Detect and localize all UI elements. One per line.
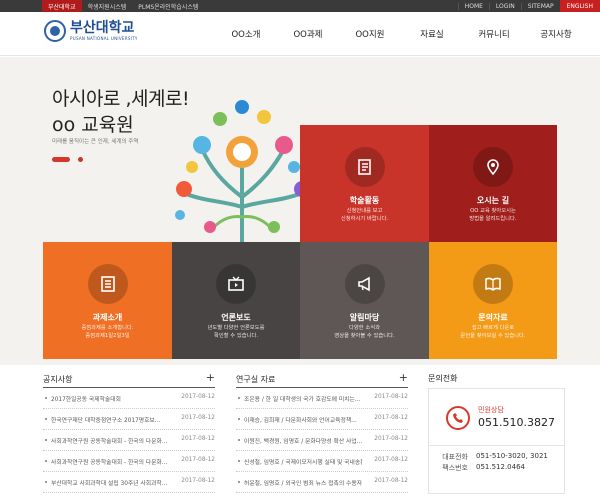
list-item[interactable]: 한국연구재단 대학중점연구소 2017명호보... 2017-08-12 (43, 409, 215, 430)
site-logo[interactable]: 부산대학교 PUSAN NATIONAL UNIVERSITY (44, 20, 138, 42)
list-item[interactable]: 신성철, 임명호 / 국제이모저시행 실태 및 국내송환... 2017-08-1… (236, 451, 408, 472)
university-seal-icon (44, 20, 66, 42)
list-item[interactable]: 허윤철, 임명호 / 외국인 범죄 뉴스 접촉의 수용자... 2017-08-1… (236, 472, 408, 493)
tile-desc-1: 년도별 다양한 언론보도를 (207, 325, 265, 331)
tile-press[interactable]: 언론보도 년도별 다양한 언론보도를 확인할 수 있습니다. (172, 242, 300, 359)
plms-link[interactable]: PLMS온라인학습시스템 (132, 2, 204, 11)
list-item[interactable]: 부산대학교 사회과학대 설립 30주년 사회과학... 2017-08-12 (43, 472, 215, 493)
tile-desc-2: 문헌을 찾아보실 수 있습니다. (460, 333, 526, 339)
tile-title: 오시는 길 (476, 196, 510, 205)
book-icon (473, 264, 513, 304)
site-header: 부산대학교 PUSAN NATIONAL UNIVERSITY OO소개 OO과… (0, 12, 600, 56)
location-pin-icon (473, 147, 513, 187)
contact-title: 문의전화 (428, 374, 458, 383)
main-nav: OO소개 OO과제 OO지원 자료실 커뮤니티 공지사항 (215, 12, 587, 56)
list-item[interactable]: 이재승, 김희재 / 다문화사회와 언어교육정책... 2017-08-12 (236, 409, 408, 430)
english-link[interactable]: ENGLISH (559, 0, 600, 12)
nav-item-notice[interactable]: 공지사항 (525, 28, 587, 40)
fax-row: 팩스번호 051.512.0464 (442, 463, 525, 472)
main-phone-row: 대표전화 051-510-3020, 3021 (442, 452, 548, 461)
contact-label: 민원상담 (478, 406, 504, 414)
tile-title: 언론보도 (221, 313, 251, 322)
research-more-icon[interactable]: + (399, 371, 408, 384)
nav-item-support[interactable]: OO지원 (339, 28, 401, 40)
tile-title: 문의자료 (478, 313, 508, 322)
slider-dot[interactable] (78, 157, 83, 162)
univ-link[interactable]: 부산대학교 (42, 0, 82, 12)
logo-korean: 부산대학교 (70, 20, 135, 36)
home-link[interactable]: HOME (457, 2, 489, 10)
tile-desc-2: 방법을 알려드립니다. (469, 216, 517, 222)
research-board: 연구실 자료 + 조은용 / 한 일 대학생의 국가 호감도에 미치는... 201… (236, 368, 408, 493)
tile-desc-1: 다양한 소식과 (349, 325, 380, 331)
list-item[interactable]: 사회과학연구원 공동학술대회 - 한국의 다문화... 2017-08-12 (43, 430, 215, 451)
list-item[interactable]: 이원진, 백경원, 임명호 / 문화다양성 확산 사업... 2017-08-12 (236, 430, 408, 451)
document-icon (344, 147, 385, 187)
tile-projects[interactable]: 과제소개 중점과제를 소개합니다. 중점과제1일2일3일 (43, 242, 172, 359)
sitemap-link[interactable]: SITEMAP (520, 2, 560, 10)
list-item[interactable]: 조은용 / 한 일 대학생의 국가 호감도에 미치는... 2017-08-12 (236, 388, 408, 409)
logo-english: PUSAN NATIONAL UNIVERSITY (70, 36, 138, 41)
tile-title: 알림마당 (349, 313, 380, 322)
notice-more-icon[interactable]: + (206, 371, 215, 384)
bottom-section: 공지사항 + 2017한일공동 국제학술대회 2017-08-12 한국연구재단 대… (0, 368, 600, 500)
login-link[interactable]: LOGIN (488, 2, 521, 10)
hero-title-2: oo 교육원 (52, 114, 134, 136)
list-item[interactable]: 2017한일공동 국제학술대회 2017-08-12 (43, 388, 215, 409)
notice-title: 공지사항 (43, 375, 73, 384)
top-utility-bar: 부산대학교 학생지원시스템 PLMS온라인학습시스템 HOME LOGIN SI… (0, 0, 600, 12)
phone-icon (446, 406, 470, 430)
megaphone-icon (344, 264, 385, 304)
nav-item-archive[interactable]: 자료실 (401, 28, 463, 40)
slider-indicator (52, 157, 83, 162)
nav-item-project[interactable]: OO과제 (277, 28, 339, 40)
notice-board: 공지사항 + 2017한일공동 국제학술대회 2017-08-12 한국연구재단 대… (43, 368, 215, 493)
hero-subtitle: 미래를 움직이는 큰 인재, 세계의 주역 (52, 139, 139, 145)
tile-desc-2: 신청하시기 바랍니다. (340, 216, 389, 222)
tile-title: 과제소개 (92, 313, 123, 322)
document-list-icon (87, 264, 128, 304)
tile-inquiry[interactable]: 문의자료 쉽고 빠르게 다운로 문헌을 찾아보실 수 있습니다. (429, 242, 557, 359)
tile-desc-1: 신청안내를 보고 (346, 208, 383, 214)
tile-directions[interactable]: 오시는 길 OO 교육 찾아오시는 방법을 알려드립니다. (429, 125, 557, 242)
tile-news[interactable]: 알림마당 다양한 소식과 영상을 찾아볼 수 있습니다. (300, 242, 429, 359)
tile-desc-2: 영상을 찾아볼 수 있습니다. (334, 333, 395, 339)
list-item[interactable]: 사회과학연구원 공동학술대회 - 한국의 다문화... 2017-08-12 (43, 451, 215, 472)
tile-title: 학술활동 (349, 196, 380, 205)
tile-academic[interactable]: 학술활동 신청안내를 보고 신청하시기 바랍니다. (300, 125, 429, 242)
tile-desc-1: 중점과제를 소개합니다. (81, 325, 134, 331)
tile-desc-1: OO 교육 찾아오시는 (470, 208, 516, 214)
contact-number: 051.510.3827 (478, 416, 555, 429)
research-title: 연구실 자료 (236, 375, 276, 384)
tile-desc-2: 중점과제1일2일3일 (85, 333, 130, 339)
tile-desc-1: 쉽고 빠르게 다운로 (471, 325, 515, 331)
nav-item-community[interactable]: 커뮤니티 (463, 28, 525, 40)
tv-icon (216, 264, 256, 304)
slider-dot-active[interactable] (52, 157, 70, 162)
knowledge-tree-illustration (175, 100, 311, 245)
nav-item-intro[interactable]: OO소개 (215, 28, 277, 40)
student-system-link[interactable]: 학생지원시스템 (82, 2, 133, 11)
contact-panel: 문의전화 민원상담 051.510.3827 대표전화 051-510-3020,… (428, 368, 565, 494)
tile-desc-2: 확인할 수 있습니다. (213, 333, 259, 339)
